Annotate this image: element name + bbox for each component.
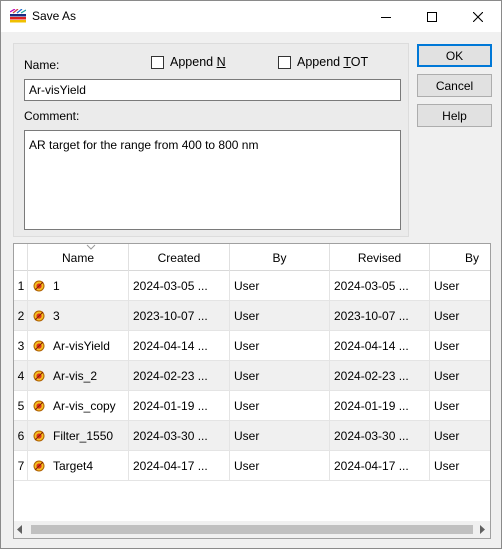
table-row[interactable]: 3 Ar-visYield 2024-04-14 ... User 2024-0… [14,331,490,361]
header-row-number [14,244,28,271]
cell-by: User [230,451,330,481]
header-by[interactable]: By [230,244,330,271]
append-n-checkbox-box[interactable] [151,55,164,69]
cell-revised: 2024-04-14 ... [330,331,430,361]
append-n-label-prefix: Append [170,55,217,69]
cell-created: 2024-02-23 ... [129,361,230,391]
cell-revised-by: User [434,399,460,413]
table-row[interactable]: 5 Ar-vis_copy 2024-01-19 ... User 2024-0… [14,391,490,421]
cell-name: Ar-vis_2 [28,361,129,391]
cell-revised-by: User [434,309,460,323]
cell-name: Target4 [28,451,129,481]
name-input[interactable] [24,79,401,101]
comment-textarea[interactable]: AR target for the range from 400 to 800 … [24,130,401,230]
maximize-button[interactable] [409,1,455,32]
close-button[interactable] [455,1,501,32]
row-number: 4 [14,361,28,391]
row-number: 1 [14,271,28,301]
cell-created: 2023-10-07 ... [129,301,230,331]
row-number: 7 [14,451,28,481]
close-icon [473,11,483,22]
cell-name: 1 [28,271,129,301]
sort-caret-icon [86,244,96,250]
scrollbar-thumb[interactable] [31,525,473,534]
append-tot-checkbox[interactable]: Append TOT [278,55,368,69]
maximize-icon [427,11,437,22]
cell-created: 2024-04-17 ... [129,451,230,481]
cell-by: User [230,331,330,361]
cell-revised-by: User [434,429,460,443]
cell-name: Ar-visYield [28,331,129,361]
header-revised[interactable]: Revised [330,244,430,271]
append-n-mnemonic: N [216,55,226,69]
horizontal-scrollbar[interactable] [14,521,490,538]
table-header: Name Created By Revised By [14,244,490,271]
ok-button[interactable]: OK [417,44,492,67]
cancel-button[interactable]: Cancel [417,74,492,97]
cell-name: 3 [28,301,129,331]
row-number: 2 [14,301,28,331]
title-bar[interactable]: Save As [1,1,501,32]
header-by-revised[interactable]: By [430,244,490,271]
row-number: 3 [14,331,28,361]
save-options-panel: Name: Append N Append TOT Comment: AR ta… [13,43,409,237]
cell-created: 2024-03-30 ... [129,421,230,451]
table-row[interactable]: 4 Ar-vis_2 2024-02-23 ... User 2024-02-2… [14,361,490,391]
save-as-dialog: Save As Name: Append N Append TOT Ar-vis… [0,0,502,549]
append-n-checkbox[interactable]: Append N [151,55,226,69]
append-tot-mnemonic: T [343,55,351,69]
append-tot-label: Append TOT [297,55,368,69]
append-tot-label-suffix: OT [350,55,369,69]
minimize-icon [381,16,391,18]
cell-name: Filter_1550 [28,421,129,451]
table-row[interactable]: 6 Filter_1550 2024-03-30 ... User 2024-0… [14,421,490,451]
row-number: 6 [14,421,28,451]
cell-revised-by: User [434,459,460,473]
cell-by: User [230,361,330,391]
scroll-left-icon[interactable] [16,525,24,534]
cell-by: User [230,301,330,331]
cell-revised: 2024-02-23 ... [330,361,430,391]
cell-revised: 2024-01-19 ... [330,391,430,421]
scroll-right-icon[interactable] [478,525,486,534]
cell-created: 2024-01-19 ... [129,391,230,421]
cell-name: Ar-vis_copy [28,391,129,421]
color-bars-icon [10,9,26,23]
cell-revised: 2023-10-07 ... [330,301,430,331]
cell-revised-by: User [434,339,460,353]
help-button[interactable]: Help [417,104,492,127]
table-row[interactable]: 2 3 2023-10-07 ... User 2023-10-07 ... U… [14,301,490,331]
minimize-button[interactable] [363,1,409,32]
comment-label: Comment: [24,109,80,123]
table-row[interactable]: 7 Target4 2024-04-17 ... User 2024-04-17… [14,451,490,481]
header-created[interactable]: Created [129,244,230,271]
table-row[interactable]: 1 1 2024-03-05 ... User 2024-03-05 ... U… [14,271,490,301]
append-tot-label-prefix: Append [297,55,344,69]
append-tot-checkbox-box[interactable] [278,55,291,69]
cell-created: 2024-04-14 ... [129,331,230,361]
row-number: 5 [14,391,28,421]
cell-created: 2024-03-05 ... [129,271,230,301]
cell-revised: 2024-03-05 ... [330,271,430,301]
file-table: Name Created By Revised By 1 1 2024-03-0… [13,243,491,539]
cell-revised: 2024-04-17 ... [330,451,430,481]
header-name[interactable]: Name [28,244,129,271]
name-label: Name: [24,58,60,72]
cell-revised-by: User [434,369,460,383]
cell-by: User [230,391,330,421]
window-title: Save As [32,9,77,23]
cell-revised: 2024-03-30 ... [330,421,430,451]
header-name-label: Name [61,251,94,265]
cell-revised-by: User [434,279,460,293]
cell-by: User [230,271,330,301]
append-n-label: Append N [170,55,226,69]
cell-by: User [230,421,330,451]
